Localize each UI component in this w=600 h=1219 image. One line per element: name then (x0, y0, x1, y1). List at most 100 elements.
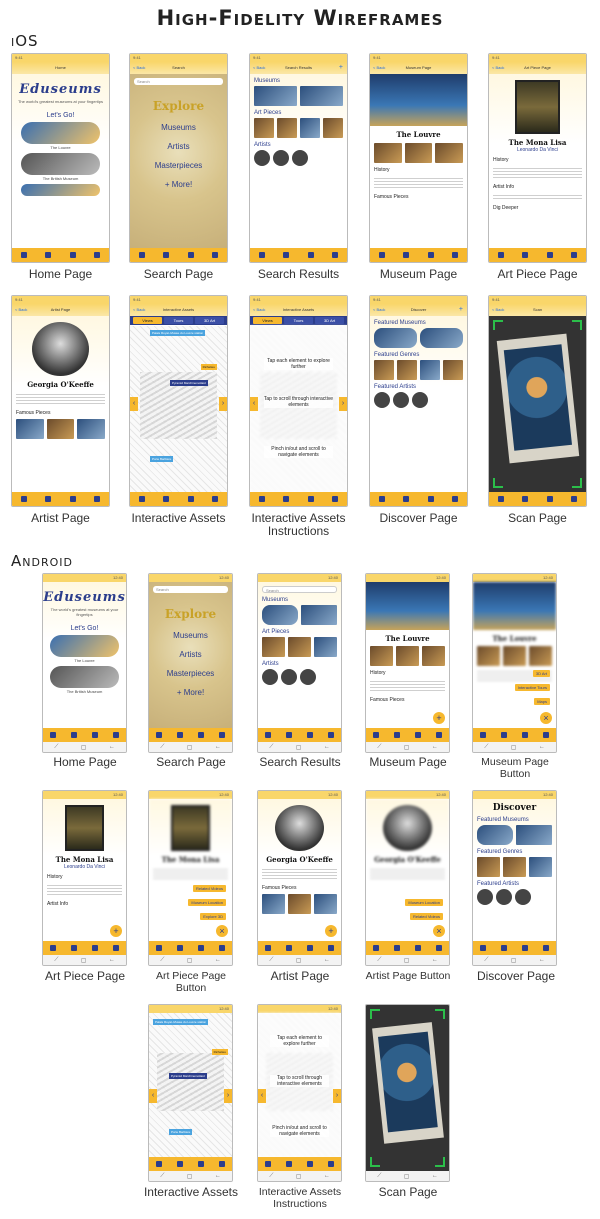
tab-views[interactable]: Views (133, 317, 162, 324)
art-thumb[interactable] (46, 419, 75, 439)
louvre-card[interactable] (50, 635, 119, 657)
scan-icon[interactable] (93, 252, 100, 258)
chevron-left-icon[interactable]: ‹ (130, 396, 138, 411)
search-icon[interactable] (187, 496, 194, 502)
masterpieces-link[interactable]: Masterpieces (130, 161, 227, 170)
museum-icon[interactable] (403, 496, 410, 502)
genre-thumb[interactable] (397, 360, 417, 380)
art-thumb[interactable] (77, 419, 106, 439)
chevron-right-icon[interactable]: › (219, 396, 227, 411)
recent-apps-icon[interactable]: ⟋ (54, 744, 58, 751)
tab-3d-art[interactable]: 3D Art (195, 317, 224, 324)
museum-location-chip[interactable]: Museum Location (188, 899, 226, 906)
tab-tours[interactable]: Tours (164, 317, 193, 324)
museum-3d-map[interactable] (130, 326, 227, 492)
art-thumb[interactable] (300, 118, 320, 138)
home-icon[interactable] (139, 496, 146, 502)
artists-link[interactable]: Artists (130, 142, 227, 151)
louvre-card[interactable] (20, 122, 101, 144)
related-videos-chip[interactable]: Related Videos (192, 885, 226, 892)
museum-card[interactable] (20, 184, 101, 196)
scan-icon[interactable] (218, 732, 225, 738)
scan-icon[interactable] (570, 496, 577, 502)
artist-avatar[interactable] (374, 392, 390, 408)
museum-icon[interactable] (283, 496, 290, 502)
richelieu-tag[interactable]: Richelieu (200, 364, 217, 370)
home-button-icon[interactable]: ▢ (81, 744, 87, 751)
add-fab-button[interactable]: + (433, 712, 445, 724)
genre-thumb[interactable] (443, 360, 463, 380)
scan-icon[interactable] (331, 496, 338, 502)
station-tag[interactable]: Palais Royal–Musée du Louvre station (150, 330, 206, 336)
explore-3d-chip[interactable]: Explore 3D (200, 913, 226, 920)
search-icon[interactable] (69, 252, 76, 258)
artist-avatar[interactable] (292, 150, 308, 166)
scan-icon[interactable] (331, 252, 338, 258)
search-icon[interactable] (546, 252, 553, 258)
artist-avatar[interactable] (254, 150, 270, 166)
search-input[interactable]: Search (262, 586, 337, 593)
home-icon[interactable] (498, 252, 505, 258)
search-icon[interactable] (307, 252, 314, 258)
art-thumb[interactable] (254, 118, 274, 138)
museum-icon[interactable] (403, 252, 410, 258)
home-icon[interactable] (379, 252, 386, 258)
artist-avatar[interactable] (393, 392, 409, 408)
home-icon[interactable] (50, 732, 57, 738)
porte-tag[interactable]: Porte Barbière (150, 456, 174, 462)
artist-avatar[interactable] (412, 392, 428, 408)
museum-icon[interactable] (522, 252, 529, 258)
home-icon[interactable] (259, 252, 266, 258)
museum-icon[interactable] (45, 496, 52, 502)
british-museum-card[interactable] (20, 153, 101, 175)
close-fab-button[interactable]: × (540, 712, 552, 724)
louvre-thumb[interactable] (254, 86, 297, 106)
back-arrow-icon[interactable]: ← (109, 744, 115, 750)
genre-thumb[interactable] (420, 360, 440, 380)
museum-icon[interactable] (283, 252, 290, 258)
home-icon[interactable] (259, 496, 266, 502)
museum-icon[interactable] (163, 496, 170, 502)
art-thumb[interactable] (277, 118, 297, 138)
home-icon[interactable] (139, 252, 146, 258)
search-icon[interactable] (546, 496, 553, 502)
interactive-tours-chip[interactable]: Interactive Tours (514, 684, 550, 691)
scan-icon[interactable] (93, 496, 100, 502)
art-pieces-thumb[interactable] (435, 143, 464, 163)
scan-icon[interactable] (570, 252, 577, 258)
artist-avatar[interactable] (273, 150, 289, 166)
museum-icon[interactable] (177, 732, 184, 738)
museum-icon[interactable] (71, 732, 78, 738)
museums-link[interactable]: Museums (130, 123, 227, 132)
maps-thumb[interactable] (374, 143, 402, 163)
instructions-overlay[interactable] (250, 326, 347, 492)
scan-icon[interactable] (211, 496, 218, 502)
chevron-left-icon[interactable]: ‹ (250, 396, 258, 411)
moma-thumb[interactable] (300, 86, 343, 106)
museum-icon[interactable] (163, 252, 170, 258)
search-icon[interactable] (427, 252, 434, 258)
chevron-right-icon[interactable]: › (339, 396, 347, 411)
search-icon[interactable] (197, 732, 204, 738)
search-input[interactable]: Search (134, 78, 223, 85)
museum-thumb[interactable] (374, 328, 417, 348)
genre-thumb[interactable] (374, 360, 394, 380)
camera-viewfinder[interactable] (489, 316, 586, 492)
scan-icon[interactable] (112, 732, 119, 738)
british-museum-card[interactable] (50, 666, 119, 688)
scan-icon[interactable] (451, 496, 458, 502)
art-thumb[interactable] (16, 419, 44, 439)
search-input[interactable]: Search (153, 586, 228, 593)
maps-chip[interactable]: Maps (534, 698, 550, 705)
more-link[interactable]: + More! (130, 180, 227, 189)
museum-icon[interactable] (45, 252, 52, 258)
home-icon[interactable] (156, 732, 163, 738)
home-icon[interactable] (498, 496, 505, 502)
pyramid-tag[interactable]: Pyramid Marchinemollaid (170, 380, 208, 386)
museum-icon[interactable] (522, 496, 529, 502)
museum-thumb[interactable] (420, 328, 463, 348)
home-icon[interactable] (379, 496, 386, 502)
scan-icon[interactable] (211, 252, 218, 258)
search-icon[interactable] (427, 496, 434, 502)
home-icon[interactable] (21, 496, 28, 502)
